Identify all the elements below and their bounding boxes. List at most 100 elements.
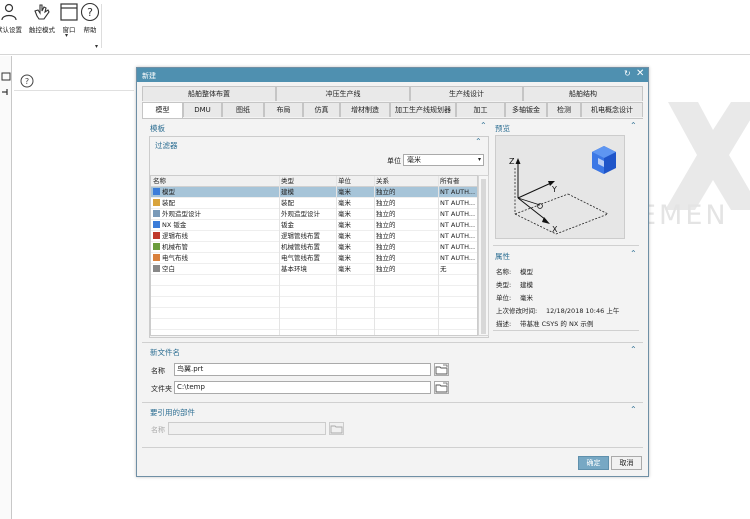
templates-collapse-icon[interactable]: ⌃ [480,121,487,130]
folder-open-icon [435,364,448,375]
table-cell-unit: 毫米 [338,199,351,207]
resource-bar [0,56,12,519]
unit-select[interactable]: 毫米 ▾ [403,154,484,166]
tab-ship-general-arrangement[interactable]: 船舶整体布置 [142,86,276,101]
table-cell-name: 电气布线 [151,253,279,264]
name-input[interactable]: 鸟翼.prt [174,363,431,376]
folder-browse-button[interactable] [434,381,449,394]
properties-heading: 属性 [495,252,510,261]
ref-name-input [168,422,326,435]
prop-description-value: 带基准 CSYS 的 NX 示例 [520,320,594,328]
column-header-owner[interactable]: 所有者 [438,176,477,187]
ok-button[interactable]: 确定 [578,456,609,470]
nx-watermark-logo: EMEN [643,102,750,231]
table-scrollbar[interactable] [478,175,489,336]
tab-line-designer[interactable]: 生产线设计 [410,86,523,101]
svg-text:?: ? [25,77,29,86]
preview-heading: 预览 [495,124,510,133]
table-cell-owner: NT AUTH... [440,210,476,218]
tab-simulation[interactable]: 仿真 [303,102,340,117]
folder-input[interactable]: C:\temp [174,381,431,394]
close-icon[interactable]: ✕ [636,68,644,79]
hand-icon [34,4,50,20]
table-cell-unit: 毫米 [338,188,351,196]
pin-icon[interactable] [1,87,11,97]
default-settings-button[interactable]: 默认设置 [0,2,26,34]
table-row[interactable]: 电气布线 电气管线布置 毫米 独立的 NT AUTH... [151,253,477,264]
column-header-relation[interactable]: 关系 [374,176,438,187]
table-row[interactable]: NX 钣金 钣金 毫米 独立的 NT AUTH... [151,220,477,231]
template-name: 外观造型设计 [162,210,201,218]
window-dropdown-icon[interactable]: ▾ [65,32,68,39]
table-row[interactable]: 装配 装配 毫米 独立的 NT AUTH... [151,198,477,209]
table-row[interactable]: 机械布管 机械管线布置 毫米 独立的 NT AUTH... [151,242,477,253]
tab-additive-manufacturing[interactable]: 增材制造 [340,102,390,117]
empty-table-row [151,308,477,319]
table-row[interactable]: 逻辑布线 逻辑管线布置 毫米 独立的 NT AUTH... [151,231,477,242]
name-browse-button[interactable] [434,363,449,376]
tab-press-line[interactable]: 冲压生产线 [276,86,410,101]
tab-layout[interactable]: 布局 [264,102,303,117]
part-to-reference-collapse-icon[interactable]: ⌃ [630,405,637,414]
table-cell-owner: NT AUTH... [440,221,476,229]
template-name: 模型 [162,188,175,196]
prop-name-value: 模型 [520,268,533,276]
ribbon-more-icon[interactable]: ▾ [95,43,98,50]
column-divider [374,176,375,335]
table-cell-type: 装配 [281,199,294,207]
touch-mode-button[interactable]: 触控模式 [27,2,57,34]
table-cell-unit: 毫米 [338,243,351,251]
column-header-name[interactable]: 名称 [151,176,279,187]
properties-divider [493,245,639,246]
prop-modified-value: 12/18/2018 10:46 上午 [546,307,620,315]
table-cell-name: 外观造型设计 [151,209,279,220]
prop-type-value: 建模 [520,281,533,289]
column-header-unit[interactable]: 单位 [336,176,374,187]
preview-collapse-icon[interactable]: ⌃ [630,121,637,130]
restore-icon[interactable] [1,72,11,82]
table-header: 名称 类型 单位 关系 所有者 [151,176,477,187]
template-preview: Z Y X [495,135,625,239]
help-button[interactable]: ? 帮助 [77,2,103,34]
x-axis-label: X [552,225,558,234]
table-row[interactable]: 外观造型设计 外观造型设计 毫米 独立的 NT AUTH... [151,209,477,220]
table-cell-owner: NT AUTH... [440,188,476,196]
tab-ship-structure[interactable]: 船舶结构 [523,86,643,101]
table-cell-owner: NT AUTH... [440,243,476,251]
ref-browse-button [329,422,344,435]
empty-table-row [151,330,477,335]
tab-inspection[interactable]: 检测 [547,102,581,117]
cancel-button[interactable]: 取消 [611,456,642,470]
part-to-reference-heading: 要引用的部件 [150,408,195,417]
csys-preview-graphic: Z Y X [509,146,616,235]
table-row[interactable]: 空白 基本环境 毫米 独立的 无 [151,264,477,275]
table-cell-owner: NT AUTH... [440,254,476,262]
ribbon-toolbar: 默认设置 触控模式 窗口 ▾ ? 帮助 ▾ [0,0,750,55]
tab-multiaxis-sheet-metal[interactable]: 多轴钣金 [505,102,547,117]
table-cell-name: NX 钣金 [151,220,279,231]
assembly-icon [153,199,160,206]
filter-collapse-icon[interactable]: ⌃ [475,137,482,146]
reset-icon[interactable]: ↻ [624,69,631,78]
prop-name-label: 名称: [496,268,512,276]
column-header-type[interactable]: 类型 [279,176,336,187]
section-divider [142,342,643,343]
table-cell-type: 逻辑管线布置 [281,232,320,240]
table-row[interactable]: 模型 建模 毫米 独立的 NT AUTH... [151,187,477,198]
templates-table: 名称 类型 单位 关系 所有者 模型 建模 毫米 独立的 NT AUTH... 装配 装配毫… [150,175,478,336]
scrollbar-thumb[interactable] [481,179,486,334]
properties-collapse-icon[interactable]: ⌃ [630,249,637,258]
table-cell-type: 外观造型设计 [281,210,320,218]
tab-mechatronics-concept-designer[interactable]: 机电概念设计 [581,102,643,117]
empty-table-row [151,319,477,330]
tab-machining[interactable]: 加工 [456,102,505,117]
new-filename-collapse-icon[interactable]: ⌃ [630,345,637,354]
dialog-title-bar[interactable]: 新建 ↻ ✕ [137,68,648,82]
tab-dmu[interactable]: DMU [183,102,222,117]
tab-model[interactable]: 模型 [142,102,183,118]
help-pane-icon[interactable]: ? [20,74,34,88]
ribbon-divider [101,4,102,48]
tab-machining-line-planner[interactable]: 加工生产线规划器 [390,102,456,117]
tab-drawing[interactable]: 图纸 [222,102,264,117]
folder-field-label: 文件夹 [151,385,172,393]
